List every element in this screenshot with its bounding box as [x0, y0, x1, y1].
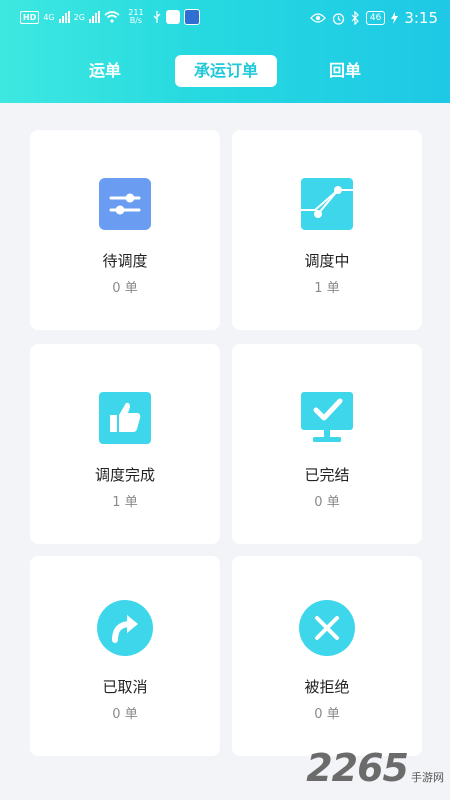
card-title: 被拒绝 — [304, 678, 350, 696]
card-title: 待调度 — [102, 252, 148, 270]
alarm-icon — [332, 12, 345, 25]
card-count: 0 单 — [314, 707, 340, 722]
clock-time: 3:15 — [404, 9, 438, 27]
watermark-text: 手游网 — [411, 771, 444, 784]
wifi-icon — [104, 11, 120, 23]
charging-icon — [391, 12, 399, 24]
tab-waybill[interactable]: 运单 — [80, 55, 130, 87]
status-bar: HD 4G 2G 211 B/s 46 3:15 — [0, 0, 450, 36]
network-type-1: 4G — [43, 12, 55, 22]
app-notification-icon-2 — [183, 9, 200, 25]
app-notification-icon — [165, 10, 180, 24]
tab-receipt[interactable]: 回单 — [320, 55, 370, 87]
signal-icon-2 — [88, 11, 100, 23]
card-title: 调度中 — [304, 252, 350, 270]
card-count: 1 单 — [314, 281, 340, 296]
header: HD 4G 2G 211 B/s 46 3:15 运单 承运订单 回单 — [0, 0, 450, 103]
signal-icon — [58, 11, 70, 23]
card-title: 已取消 — [102, 678, 148, 696]
tab-bar: 运单 承运订单 回单 — [0, 55, 450, 87]
hd-badge: HD — [20, 10, 40, 24]
watermark-logo: 2265 手游网 — [306, 746, 444, 790]
bluetooth-icon — [351, 11, 359, 25]
battery-indicator: 46 — [365, 11, 386, 25]
tab-carrier-orders[interactable]: 承运订单 — [175, 55, 277, 87]
watermark-number: 2265 — [306, 746, 409, 790]
eye-icon — [309, 13, 326, 23]
card-dispatching[interactable]: 调度中 1 单 — [232, 130, 422, 330]
card-finished[interactable]: 已完结 0 单 — [232, 344, 422, 544]
route-icon — [301, 178, 353, 230]
network-type-2: 2G — [73, 12, 85, 22]
card-count: 0 单 — [314, 495, 340, 510]
card-count: 0 单 — [112, 281, 138, 296]
card-count: 1 单 — [112, 495, 138, 510]
monitor-check-icon — [301, 392, 353, 442]
card-pending-dispatch[interactable]: 待调度 0 单 — [30, 130, 220, 330]
card-cancelled[interactable]: 已取消 0 单 — [30, 556, 220, 756]
card-rejected[interactable]: 被拒绝 0 单 — [232, 556, 422, 756]
close-icon — [299, 600, 355, 656]
redo-arrow-icon — [97, 600, 153, 656]
network-speed: 211 B/s — [128, 8, 144, 25]
card-title: 已完结 — [304, 466, 350, 484]
card-dispatch-complete[interactable]: 调度完成 1 单 — [30, 344, 220, 544]
card-title: 调度完成 — [94, 466, 155, 484]
usb-icon — [153, 11, 161, 23]
sliders-icon — [99, 178, 151, 230]
thumbs-up-icon — [99, 392, 151, 444]
card-count: 0 单 — [112, 707, 138, 722]
